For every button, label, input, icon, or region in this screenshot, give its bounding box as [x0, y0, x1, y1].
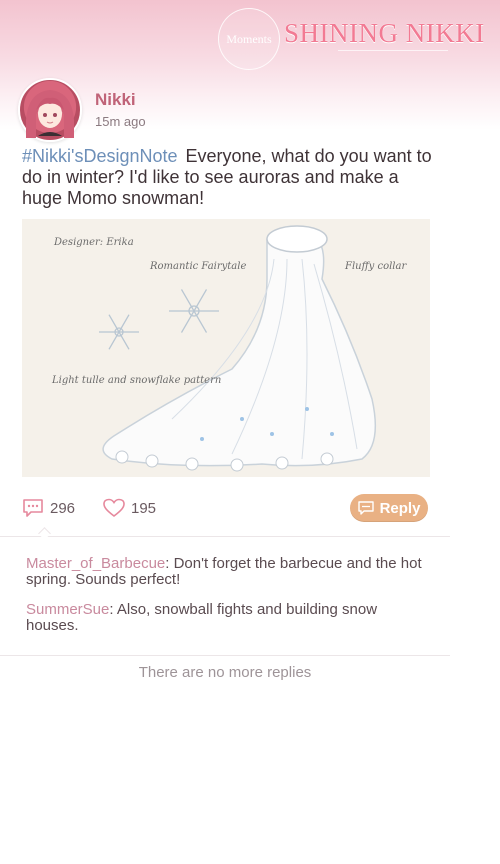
brand-area: Moments SHINING NIKKI — [218, 8, 488, 70]
pattern-label: Light tulle and snowflake pattern — [52, 375, 222, 386]
reply-separator: : — [109, 601, 114, 618]
reply-author[interactable]: SummerSue — [26, 601, 109, 618]
post-timestamp: 15m ago — [95, 114, 146, 129]
post-body: #Nikki'sDesignNote Everyone, what do you … — [22, 146, 442, 209]
style-label: Romantic Fairytale — [150, 261, 247, 272]
reply-button[interactable]: Reply — [350, 494, 428, 522]
logo-underline — [338, 50, 448, 57]
collar-label: Fluffy collar — [345, 261, 407, 272]
reply-author[interactable]: Master_of_Barbecue — [26, 555, 165, 572]
no-more-replies: There are no more replies — [138, 664, 312, 681]
avatar[interactable] — [18, 78, 82, 142]
game-logo: SHINING NIKKI — [284, 18, 485, 48]
post-actions: 296 195 Reply — [0, 492, 450, 530]
dress-sketch-illustration — [22, 219, 430, 477]
poster-name[interactable]: Nikki — [95, 90, 136, 110]
avatar-portrait-icon — [26, 90, 74, 138]
comment-count: 296 — [50, 500, 76, 517]
designer-label: Designer: Erika — [54, 237, 134, 248]
actions-divider — [0, 536, 450, 537]
reply-item: Master_of_Barbecue: Don't forget the bar… — [26, 556, 426, 588]
reply-separator: : — [165, 555, 170, 572]
reply-button-label: Reply — [379, 499, 421, 517]
moments-badge: Moments — [218, 8, 280, 70]
post-hashtag[interactable]: #Nikki'sDesignNote — [22, 146, 178, 166]
reply-item: SummerSue: Also, snowball fights and bui… — [26, 602, 426, 634]
post-image[interactable]: Designer: Erika Romantic Fairytale Fluff… — [22, 219, 430, 477]
reply-icon — [357, 501, 374, 515]
comment-icon[interactable] — [22, 498, 44, 523]
heart-icon[interactable] — [103, 498, 125, 523]
replies-divider — [0, 655, 450, 656]
like-count: 195 — [131, 500, 157, 517]
moments-label: Moments — [226, 31, 272, 46]
